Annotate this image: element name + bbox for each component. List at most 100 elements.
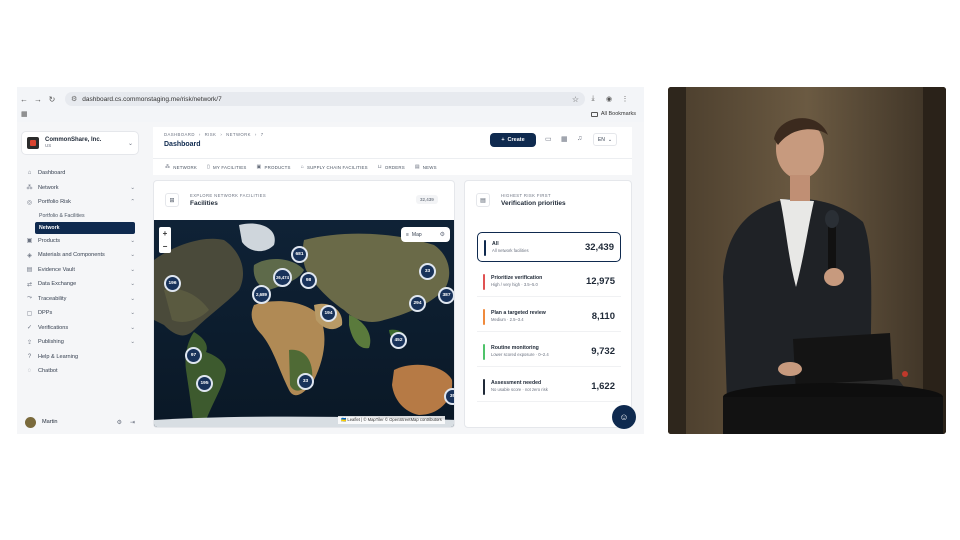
news-icon: ▤ [414, 164, 420, 170]
chat-icon: ◌ [27, 368, 32, 375]
priority-color-bar [483, 344, 485, 360]
map-cluster-marker[interactable]: 452 [390, 332, 407, 349]
back-arrow-icon[interactable]: ← [17, 95, 31, 104]
reload-icon[interactable]: ↻ [45, 95, 59, 104]
sidebar-item-products[interactable]: ▣ Products ⌄ [21, 234, 139, 249]
chevron-up-icon: ⌃ [130, 199, 135, 206]
forward-arrow-icon[interactable]: → [31, 95, 45, 104]
all-bookmarks-button[interactable]: All Bookmarks [590, 111, 636, 117]
priority-all[interactable]: All All network facilities 32,439 [477, 232, 621, 262]
map-cluster-marker[interactable]: 196 [164, 275, 181, 292]
priority-color-bar [483, 379, 485, 395]
breadcrumb-sep: › [254, 132, 257, 137]
sidebar-item-chatbot[interactable]: ◌ Chatbot [21, 364, 139, 379]
priority-targeted-review[interactable]: Plan a targeted review Medium · 2.5–3.4 8… [477, 302, 621, 332]
map-cluster-marker[interactable]: 194 [320, 305, 337, 322]
map-cluster-marker[interactable]: 26,474 [273, 268, 292, 287]
breadcrumb-network[interactable]: NETWORK [226, 132, 251, 137]
sidebar-item-network[interactable]: ⁂ Network ⌄ [21, 181, 139, 196]
all-bookmarks-label: All Bookmarks [600, 111, 636, 117]
breadcrumb: DASHBOARD › RISK › NETWORK › 7 [164, 132, 264, 137]
create-label: Create [507, 137, 525, 143]
sidebar-item-portfolio-risk[interactable]: ◎ Portfolio Risk ⌃ [21, 195, 139, 210]
assistant-fab-button[interactable]: ☺ [612, 405, 636, 429]
map-cluster-marker[interactable]: 97 [185, 347, 202, 364]
network-icon: ⁂ [165, 164, 171, 170]
sidebar-item-data-exchange[interactable]: ⇄ Data Exchange ⌄ [21, 277, 139, 292]
sidebar-subitem-portfolio-facilities[interactable]: Portfolio & Facilities [21, 210, 139, 222]
map-cluster-marker[interactable]: 33 [419, 263, 436, 280]
settings-icon[interactable]: ⚙ [117, 419, 122, 426]
verification-title: Verification priorities [501, 200, 566, 207]
priority-prioritize-verification[interactable]: Prioritize verification High / very high … [477, 267, 621, 297]
sidebar-subitem-network[interactable]: Network [35, 221, 135, 234]
map-cluster-marker[interactable]: 681 [291, 246, 308, 263]
url-field[interactable]: ⚙ dashboard.cs.commonstaging.me/risk/net… [65, 92, 585, 106]
breadcrumb-risk[interactable]: RISK [205, 132, 217, 137]
priority-assessment-needed[interactable]: Assessment needed No usable score · not z… [477, 372, 621, 402]
sidebar-item-label: DPPs [38, 310, 53, 317]
map-cluster-marker[interactable]: 195 [196, 375, 213, 392]
exchange-icon: ⇄ [26, 281, 33, 288]
zoom-out-button[interactable]: − [163, 242, 168, 251]
profile-icon[interactable]: ◉ [601, 95, 617, 103]
map-cluster-marker[interactable]: 387 [438, 287, 454, 304]
priority-label: Prioritize verification [491, 275, 543, 281]
site-settings-icon[interactable]: ⚙ [71, 95, 77, 103]
box-icon: ▣ [256, 164, 262, 170]
tab-bar: ⁂ NETWORK ▯ MY FACILITIES ▣ PRODUCTS ⌂ SUPPL… [153, 159, 632, 175]
zoom-in-button[interactable]: + [163, 229, 168, 238]
create-button[interactable]: + Create [490, 133, 536, 147]
map-cluster-marker[interactable]: 98 [300, 272, 317, 289]
language-select[interactable]: EN ⌄ [593, 133, 617, 146]
tab-supply-chain[interactable]: ⌂ SUPPLY CHAIN FACILITIES [301, 164, 368, 170]
breadcrumb-dashboard[interactable]: DASHBOARD [164, 132, 195, 137]
priority-color-bar [483, 274, 485, 290]
sidebar-item-help[interactable]: ? Help & Learning [21, 350, 139, 365]
sidebar-item-publishing[interactable]: ⇪ Publishing ⌄ [21, 335, 139, 350]
logout-icon[interactable]: ⇥ [130, 419, 135, 426]
world-map[interactable]: + − ≡ Map ⚙ 681 26,474 98 33 196 2,689 2… [154, 220, 454, 427]
tab-orders[interactable]: ⊔ ORDERS [378, 164, 405, 170]
layers-icon: ◈ [27, 252, 32, 259]
apps-grid-icon[interactable]: ▦ [21, 110, 28, 118]
sidebar-item-dpps[interactable]: ▢ DPPs ⌄ [21, 306, 139, 321]
download-icon[interactable]: ⤓ [585, 95, 601, 103]
priority-routine-monitoring[interactable]: Routine monitoring Lower scored exposure … [477, 337, 621, 367]
map-cluster-marker[interactable]: 2,689 [252, 285, 271, 304]
breadcrumb-sep: › [220, 132, 223, 137]
sidebar-item-dashboard[interactable]: ⌂ Dashboard [21, 166, 139, 181]
map-cluster-marker[interactable]: 294 [409, 295, 426, 312]
bookmark-star-icon[interactable]: ☆ [572, 95, 579, 104]
map-attribution[interactable]: 🇺🇦 Leaflet | © MapTiler © OpenStreetMap … [338, 416, 445, 424]
chat-icon[interactable]: ▭ [545, 135, 552, 143]
chevron-down-icon: ⌄ [607, 136, 613, 143]
priority-label: All [492, 241, 499, 247]
user-row[interactable]: Martin ⚙ ⇥ [21, 415, 139, 429]
menu-kebab-icon[interactable]: ⋮ [617, 95, 633, 103]
tab-label: PRODUCTS [264, 164, 291, 170]
tab-my-facilities[interactable]: ▯ MY FACILITIES [207, 164, 246, 170]
sidebar-item-materials[interactable]: ◈ Materials and Components ⌄ [21, 248, 139, 263]
bell-icon[interactable]: ♫ [577, 135, 582, 142]
sidebar-item-verifications[interactable]: ✓ Verifications ⌄ [21, 321, 139, 336]
publish-icon: ⇪ [26, 339, 33, 346]
sidebar-item-evidence-vault[interactable]: ▤ Evidence Vault ⌄ [21, 263, 139, 278]
bookmarks-bar: ▦ All Bookmarks [17, 108, 644, 120]
calendar-icon[interactable]: ▦ [561, 135, 568, 143]
map-cluster-marker[interactable]: 35 [444, 388, 454, 405]
tab-network[interactable]: ⁂ NETWORK [165, 164, 197, 170]
map-layer-toggle[interactable]: ≡ Map ⚙ [401, 227, 450, 242]
verification-priorities-card: ▤ HIGHEST RISK FIRST Verification priori… [464, 180, 636, 429]
zoom-control: + − [159, 227, 171, 253]
map-cluster-marker[interactable]: 33 [297, 373, 314, 390]
sidebar-item-traceability[interactable]: ⤳ Traceability ⌄ [21, 292, 139, 307]
tab-products[interactable]: ▣ PRODUCTS [257, 164, 291, 170]
gear-icon[interactable]: ⚙ [440, 231, 445, 238]
priority-label: Routine monitoring [491, 345, 539, 351]
building-icon: ▯ [207, 164, 210, 170]
org-switcher[interactable]: CommonShare, Inc. US ⌄ [21, 131, 139, 155]
priority-list: All All network facilities 32,439 Priorit… [477, 232, 621, 407]
tab-news[interactable]: ▤ NEWS [415, 164, 437, 170]
folder-icon [590, 111, 598, 117]
